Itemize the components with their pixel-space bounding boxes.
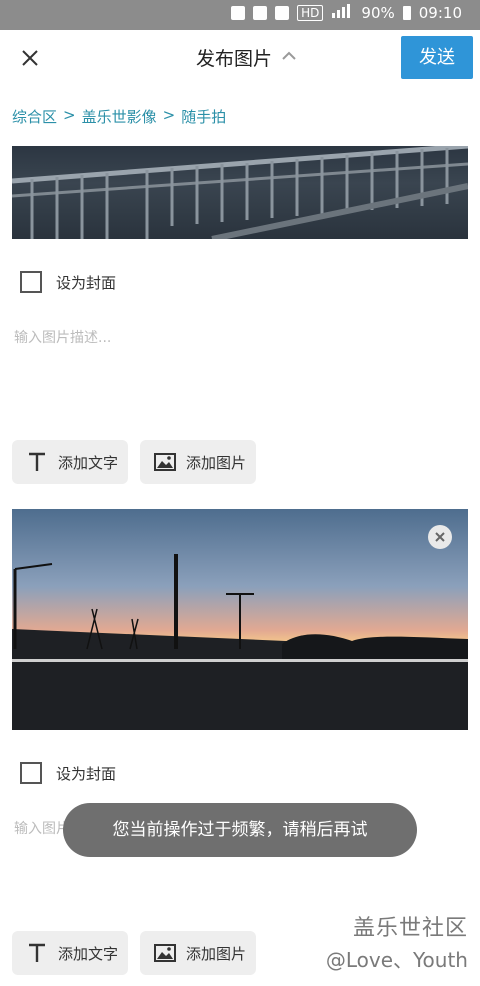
battery-icon: [402, 6, 411, 20]
close-icon: [22, 50, 38, 66]
add-image-label-2: 添加图片: [186, 944, 247, 963]
close-icon: [435, 532, 445, 542]
header-bar: 发布图片 发送: [0, 30, 480, 86]
breadcrumb-separator: >: [162, 106, 176, 124]
image-icon: [154, 942, 176, 964]
breadcrumb-item-snapshots[interactable]: 随手拍: [181, 106, 226, 127]
watermark-brand: 盖乐世社区: [352, 916, 468, 941]
image-icon: [154, 451, 176, 473]
page-title-group[interactable]: 发布图片: [196, 44, 298, 71]
add-text-label-1: 添加文字: [58, 453, 119, 472]
set-cover-label-1: 设为封面: [56, 273, 117, 292]
breadcrumb: 综合区 > 盖乐世影像 > 随手拍: [12, 106, 226, 127]
send-button[interactable]: 发送: [401, 36, 473, 79]
status-icons: HD 90% 09:10: [231, 4, 462, 22]
battery-percent: 90%: [361, 4, 395, 22]
post-image-1: [12, 146, 468, 239]
watermark: 盖乐世社区 @Love、Youth: [326, 910, 468, 973]
add-text-button-2[interactable]: 添加文字: [12, 931, 128, 975]
remove-image-button[interactable]: [428, 525, 452, 549]
add-image-button-1[interactable]: 添加图片: [140, 440, 256, 484]
breadcrumb-item-galaxy-imaging[interactable]: 盖乐世影像: [82, 106, 157, 127]
sunset-image: [12, 554, 468, 730]
text-icon: [26, 942, 48, 964]
breadcrumb-separator: >: [63, 106, 76, 124]
signal-icon: [331, 4, 353, 22]
set-cover-row-1: 设为封面: [20, 271, 116, 293]
clock: 09:10: [418, 4, 462, 22]
set-cover-row-2: 设为封面: [20, 762, 116, 784]
lock-icon: [231, 6, 246, 20]
close-button[interactable]: [14, 42, 46, 74]
image-description-input-1[interactable]: [12, 325, 472, 419]
watermark-user: @Love、Youth: [325, 948, 468, 972]
set-cover-label-2: 设为封面: [56, 764, 117, 783]
add-text-button-1[interactable]: 添加文字: [12, 440, 128, 484]
set-cover-checkbox-1[interactable]: [20, 271, 42, 293]
add-image-button-2[interactable]: 添加图片: [140, 931, 256, 975]
add-image-label-1: 添加图片: [186, 453, 247, 472]
breadcrumb-item-general[interactable]: 综合区: [12, 106, 57, 127]
nfc-icon: [253, 6, 268, 20]
toast-message: 您当前操作过于频繁，请稍后再试: [63, 803, 417, 857]
alarm-icon: [275, 6, 290, 20]
set-cover-checkbox-2[interactable]: [20, 762, 42, 784]
hd-icon: HD: [297, 5, 324, 21]
status-bar: HD 90% 09:10: [0, 0, 480, 30]
add-text-label-2: 添加文字: [58, 944, 119, 963]
bridge-railing-image: [12, 146, 468, 239]
post-image-2: [12, 509, 468, 730]
page-title: 发布图片: [196, 48, 273, 70]
chevron-up-icon: [280, 47, 298, 69]
text-icon: [26, 451, 48, 473]
